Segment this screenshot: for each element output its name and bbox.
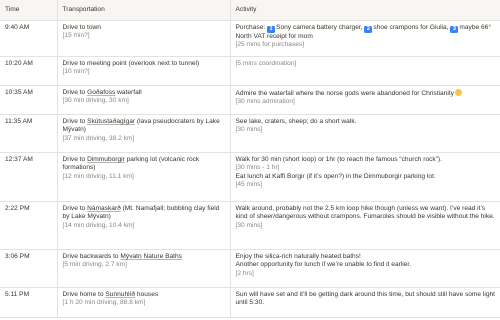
place-link[interactable]: Dimmuborgir — [87, 156, 125, 163]
place-link[interactable]: Mývatn Nature Baths — [120, 253, 182, 260]
time-cell: 2:22 PM — [0, 201, 58, 250]
header-row: Time Transportation Activity — [0, 0, 500, 21]
number-2-badge: 2 — [364, 26, 373, 33]
table-row: 9:40 AM Drive to town [15 min?] Purchase… — [0, 20, 500, 57]
table-row: 10:20 AM Drive to meeting point (overloo… — [0, 56, 500, 86]
place-link[interactable]: Skútustaðagígar — [87, 118, 135, 125]
transport-cell: Drive backwards to Mývatn Nature Baths [… — [56, 249, 231, 288]
activity-text: See lake, craters, sheep; do a short wal… — [235, 118, 357, 125]
transport-cell: Drive to Námaskarð (Mt. Namafjall; bubbl… — [56, 201, 231, 250]
transport-prefix: Drive to — [62, 205, 88, 212]
activity-text-2: Eat lunch at Kaffi Borgir (if it’s open?… — [235, 172, 436, 180]
smiling-face-icon — [454, 89, 462, 96]
transport-note: [30 min driving, 30 km] — [62, 97, 129, 105]
transport-cell: Drive to Goðafoss waterfall [30 min driv… — [56, 85, 231, 115]
time-cell: 10:20 AM — [0, 56, 58, 86]
activity-note: [5 mins coordination] — [235, 60, 297, 67]
transport-suffix: waterfall — [115, 89, 142, 96]
time-cell: 12:37 AM — [0, 152, 58, 202]
activity-cell: Admire the waterfall where the norse god… — [229, 85, 500, 115]
transport-note: [1 h 20 min driving, 88.8 km] — [62, 299, 146, 307]
time-cell: 3:06 PM — [0, 249, 58, 288]
transport-cell: Drive to meeting point (overlook next to… — [56, 56, 231, 86]
time-cell: 10:35 AM — [0, 85, 58, 115]
time-cell: 11:35 AM — [0, 114, 58, 153]
time-cell: 9:40 AM — [0, 20, 58, 57]
transport-prefix: Drive to — [62, 156, 88, 163]
transport-cell: Drive to town [15 min?] — [56, 20, 231, 57]
activity-note: [30 mins admiration] — [235, 98, 295, 106]
transport-cell: Drive home to Sunnuhlíð houses [1 h 20 m… — [56, 287, 231, 318]
activity-note: [2 hrs] — [235, 269, 254, 277]
activity-cell: Sun will have set and it’ll be getting d… — [229, 287, 500, 318]
transport-title: Drive to town — [62, 24, 101, 31]
transport-note: [14 min driving, 10.4 km] — [62, 221, 135, 229]
transport-title: Drive to meeting point (overlook next to… — [62, 60, 200, 67]
table-row: 11:35 AM Drive to Skútustaðagígar (lava … — [0, 114, 500, 153]
activity-text: Admire the waterfall where the norse god… — [235, 90, 454, 97]
activity-note: [30 mins] — [235, 126, 263, 134]
activity-note: [30 mins - 1 hr] — [235, 164, 280, 172]
transport-prefix: Drive to — [62, 89, 88, 96]
header-time: Time — [0, 0, 58, 21]
transport-prefix: Drive to — [62, 118, 88, 125]
purchase-label: Purchase: — [235, 24, 266, 31]
transport-cell: Drive to Dimmuborgir parking lot (volcan… — [56, 152, 231, 202]
purchase-item-1: Sony camera battery charger, — [276, 24, 363, 31]
transport-note: [37 min driving, 38.2 km] — [62, 134, 135, 142]
activity-text-2: Another opportunity for lunch if we’re u… — [235, 261, 412, 269]
activity-cell: Walk for 30 min (short loop) or 1hr (to … — [229, 152, 500, 202]
place-link[interactable]: Goðafoss — [87, 89, 115, 96]
transport-prefix: Drive backwards to — [62, 253, 121, 260]
activity-cell: Enjoy the silica-rich naturally heated b… — [229, 249, 500, 288]
itinerary-table: Time Transportation Activity 9:40 AM Dri… — [0, 0, 500, 318]
activity-text: Sun will have set and it’ll be getting d… — [235, 291, 496, 307]
activity-text: Enjoy the silica-rich naturally heated b… — [235, 253, 361, 260]
activity-note: [25 mins for purchases] — [235, 41, 305, 49]
table-row: 10:35 AM Drive to Goðafoss waterfall [30… — [0, 85, 500, 115]
activity-text: Walk around, probably not the 2.5 km loo… — [235, 205, 495, 221]
header-transportation: Transportation — [56, 0, 231, 21]
activity-cell: See lake, craters, sheep; do a short wal… — [229, 114, 500, 153]
place-link[interactable]: Námaskarð — [87, 205, 121, 212]
table-row: 5:11 PM Drive home to Sunnuhlíð houses [… — [0, 287, 500, 318]
header-activity: Activity — [229, 0, 500, 21]
activity-note-2: [45 mins] — [235, 181, 263, 189]
number-3-badge: 3 — [450, 26, 459, 33]
place-link[interactable]: Sunnuhlíð — [105, 291, 135, 298]
transport-note: [15 min?] — [62, 32, 90, 40]
transport-suffix: houses — [135, 291, 159, 298]
activity-text: Walk for 30 min (short loop) or 1hr (to … — [235, 156, 442, 163]
number-1-badge: 1 — [267, 26, 276, 33]
table-row: 2:22 PM Drive to Námaskarð (Mt. Namafjal… — [0, 201, 500, 250]
table-row: 3:06 PM Drive backwards to Mývatn Nature… — [0, 249, 500, 288]
activity-note: [30 mins] — [235, 221, 263, 229]
activity-cell: Purchase: 1 Sony camera battery charger, … — [229, 20, 500, 57]
time-cell: 5:11 PM — [0, 287, 58, 318]
activity-cell: [5 mins coordination] — [229, 56, 500, 86]
transport-note: [12 min driving, 11.1 km] — [62, 172, 134, 180]
transport-note: [10 min?] — [62, 68, 90, 76]
table-row: 12:37 AM Drive to Dimmuborgir parking lo… — [0, 152, 500, 202]
purchase-item-2: shoe crampons for Giulia, — [373, 24, 449, 31]
transport-prefix: Drive home to — [62, 291, 106, 298]
transport-note: [5 min driving, 2.7 km] — [62, 261, 128, 269]
transport-cell: Drive to Skútustaðagígar (lava pseudocra… — [56, 114, 231, 153]
activity-cell: Walk around, probably not the 2.5 km loo… — [229, 201, 500, 250]
